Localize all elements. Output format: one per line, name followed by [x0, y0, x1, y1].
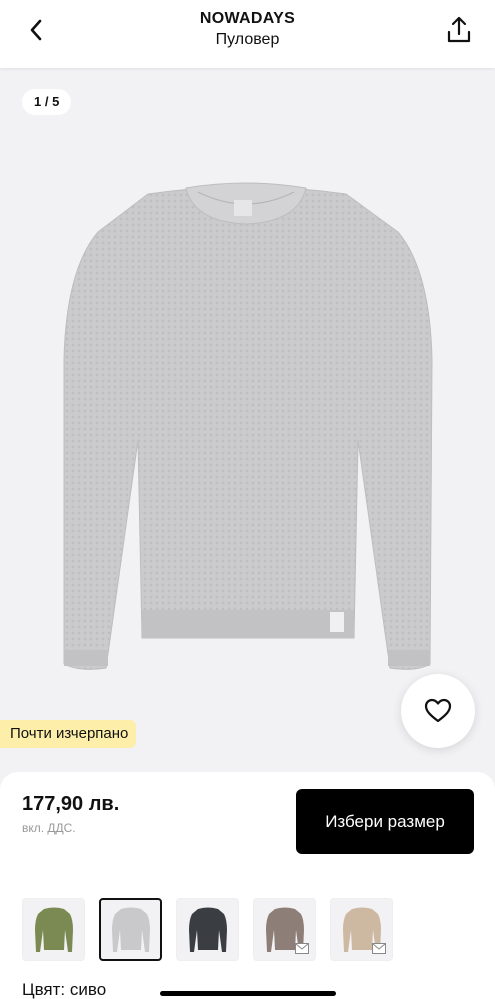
swatch-charcoal[interactable]: [176, 898, 239, 961]
purchase-panel: 177,90 лв. вкл. ДДС. Избери размер Цвят:…: [0, 772, 495, 999]
share-icon: [447, 16, 471, 43]
top-bar: NOWADAYS Пуловер: [0, 0, 495, 68]
heart-icon: [424, 698, 452, 723]
low-stock-badge: Почти изчерпано: [0, 720, 137, 748]
product-image-gallery[interactable]: 1 / 5 Почти изчерпано: [0, 68, 495, 775]
swatch-taupe[interactable]: [253, 898, 316, 961]
selected-color-label: Цвят: сиво: [22, 980, 107, 999]
swatch-grey[interactable]: [99, 898, 162, 961]
price: 177,90 лв.: [22, 793, 120, 815]
color-swatches: [22, 898, 393, 961]
swatch-beige[interactable]: [330, 898, 393, 961]
share-button[interactable]: [441, 12, 477, 48]
favorite-button[interactable]: [401, 674, 475, 748]
home-indicator: [160, 991, 336, 996]
delivery-icon: [372, 943, 386, 954]
select-size-button[interactable]: Избери размер: [296, 789, 474, 854]
sweater-thumbnail: [34, 907, 73, 952]
sweater-thumbnail: [188, 907, 227, 952]
delivery-icon: [295, 943, 309, 954]
sweater-thumbnail: [111, 907, 150, 952]
product-image: [63, 182, 433, 670]
brand-name[interactable]: NOWADAYS: [0, 10, 495, 28]
vat-note: вкл. ДДС.: [22, 821, 76, 835]
image-counter: 1 / 5: [22, 89, 72, 115]
product-type: Пуловер: [215, 31, 280, 48]
swatch-olive[interactable]: [22, 898, 85, 961]
